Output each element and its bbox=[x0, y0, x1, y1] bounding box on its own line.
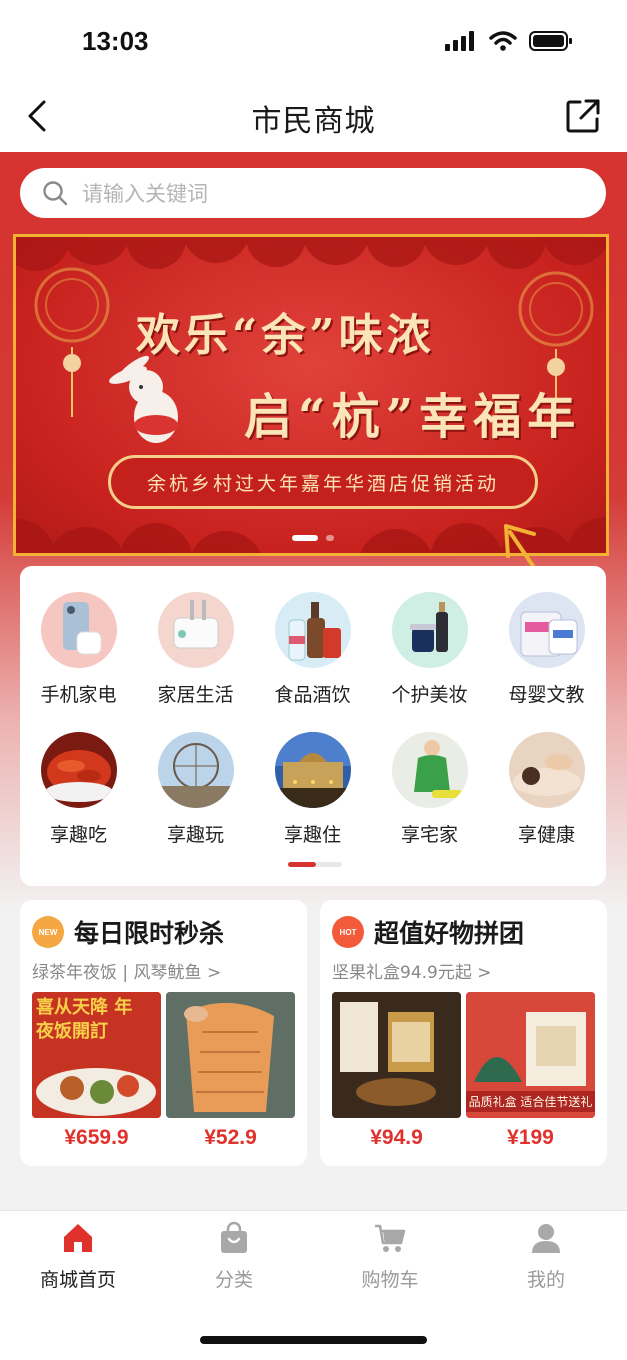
product-price: ¥94.9 bbox=[370, 1126, 423, 1149]
category-label: 享趣吃 bbox=[49, 824, 107, 846]
home-indicator[interactable] bbox=[200, 1336, 427, 1344]
category-label: 家居生活 bbox=[157, 684, 234, 706]
tab-home[interactable]: 商城首页 bbox=[0, 1221, 156, 1292]
food-drink-image bbox=[274, 592, 351, 668]
category-label: 食品酒饮 bbox=[274, 684, 351, 706]
phone-appliance-image bbox=[40, 592, 117, 668]
banner-dot-active[interactable] bbox=[292, 535, 318, 541]
category-label: 母婴文教 bbox=[508, 684, 585, 706]
promo-banner[interactable]: 欢乐“余”味浓 启“杭”幸福年 余杭乡村过大年嘉年华酒店促销活动 bbox=[13, 234, 609, 556]
group-buy-title: 超值好物拼团 bbox=[374, 919, 525, 948]
category-enjoy-eat[interactable]: 享趣吃 bbox=[20, 732, 137, 847]
signal-icon bbox=[445, 31, 474, 51]
banner-title-line2: 启“杭”幸福年 bbox=[244, 389, 582, 445]
bottom-tab-bar: 商城首页 分类 购物车 我的 bbox=[0, 1210, 627, 1302]
banner-subtitle: 余杭乡村过大年嘉年华酒店促销活动 bbox=[146, 472, 499, 495]
category-enjoy-stay[interactable]: 享趣住 bbox=[254, 732, 371, 847]
nav-bar: 市民商城 bbox=[0, 80, 627, 152]
search-input[interactable]: 请输入关键词 bbox=[20, 168, 606, 218]
bag-icon bbox=[221, 1221, 247, 1253]
category-enjoy-play[interactable]: 享趣玩 bbox=[137, 732, 254, 847]
crayfish-image bbox=[40, 732, 117, 808]
massage-image bbox=[508, 732, 585, 808]
category-label: 享健康 bbox=[517, 824, 575, 846]
search-icon bbox=[43, 181, 68, 206]
category-label: 享宅家 bbox=[400, 824, 458, 846]
category-baby-education[interactable]: 母婴文教 bbox=[488, 592, 605, 707]
product-price: ¥659.9 bbox=[64, 1126, 129, 1149]
new-year-dinner-image[interactable]: 喜从天降 年夜饭開訂 bbox=[32, 992, 161, 1118]
tab-cart[interactable]: 购物车 bbox=[312, 1221, 468, 1292]
category-home-living[interactable]: 家居生活 bbox=[137, 592, 254, 707]
category-label: 享趣住 bbox=[283, 824, 341, 846]
banner-pagination bbox=[292, 535, 334, 541]
category-personal-care[interactable]: 个护美妆 bbox=[371, 592, 488, 707]
nut-gift-box-image[interactable] bbox=[332, 992, 461, 1118]
tab-label: 我的 bbox=[526, 1269, 565, 1291]
share-button[interactable] bbox=[563, 96, 603, 136]
product-price: ¥52.9 bbox=[204, 1126, 257, 1149]
category-indicator-active bbox=[288, 862, 316, 867]
home-icon bbox=[64, 1224, 92, 1252]
banner-subtitle-frame: 余杭乡村过大年嘉年华酒店促销活动 bbox=[108, 455, 538, 509]
baby-education-image bbox=[508, 592, 585, 668]
banner-dot[interactable] bbox=[326, 535, 334, 541]
battery-icon bbox=[529, 31, 572, 51]
category-grid: 手机家电 家居生活 食品酒饮 个护美妆 母婴文教 享趣吃 享趣玩 享趣住 享宅家… bbox=[20, 566, 606, 886]
flash-sale-title: 每日限时秒杀 bbox=[74, 919, 225, 948]
bottom-safe-area bbox=[0, 1302, 627, 1360]
home-living-image bbox=[157, 592, 234, 668]
gift-box-image[interactable]: 品质礼盒 适合佳节送礼 bbox=[466, 992, 595, 1118]
category-label: 享趣玩 bbox=[166, 824, 224, 846]
group-buy-subtitle[interactable]: 坚果礼盒94.9元起 > bbox=[332, 958, 492, 983]
search-placeholder: 请输入关键词 bbox=[82, 182, 208, 206]
hotel-image bbox=[274, 732, 351, 808]
category-food-drink[interactable]: 食品酒饮 bbox=[254, 592, 371, 707]
category-home-service[interactable]: 享宅家 bbox=[371, 732, 488, 847]
tab-label: 分类 bbox=[214, 1269, 253, 1291]
category-health[interactable]: 享健康 bbox=[488, 732, 605, 847]
category-page-indicator bbox=[288, 862, 342, 867]
tab-label: 购物车 bbox=[361, 1269, 419, 1291]
status-time: 13:03 bbox=[82, 26, 149, 56]
product-price: ¥199 bbox=[507, 1126, 554, 1149]
squid-image[interactable] bbox=[166, 992, 295, 1118]
cart-icon bbox=[375, 1224, 406, 1252]
flash-sale-card[interactable]: NEW 每日限时秒杀 绿茶年夜饭 | 风琴鱿鱼 > 喜从天降 年夜饭開訂 ¥65… bbox=[20, 900, 307, 1166]
tab-label: 商城首页 bbox=[39, 1269, 116, 1291]
flash-sale-subtitle[interactable]: 绿茶年夜饭 | 风琴鱿鱼 > bbox=[32, 958, 221, 983]
tab-profile[interactable]: 我的 bbox=[468, 1221, 624, 1292]
category-indicator-inactive bbox=[316, 862, 342, 867]
page-title: 市民商城 bbox=[251, 104, 376, 139]
personal-care-image bbox=[391, 592, 468, 668]
banner-title-line1: 欢乐“余”味浓 bbox=[136, 310, 435, 361]
ferris-wheel-image bbox=[157, 732, 234, 808]
new-year-dinner-image-text: 喜从天降 年夜饭開訂 bbox=[36, 997, 133, 1042]
category-label: 个护美妆 bbox=[391, 684, 468, 706]
category-label: 手机家电 bbox=[40, 684, 117, 706]
category-phone-appliance[interactable]: 手机家电 bbox=[20, 592, 137, 707]
gift-box-image-text: 品质礼盒 适合佳节送礼 bbox=[466, 1091, 595, 1112]
status-bar: 13:03 bbox=[0, 0, 627, 80]
housekeeping-image bbox=[391, 732, 468, 808]
status-icons bbox=[445, 30, 573, 52]
group-buy-card[interactable]: HOT 超值好物拼团 坚果礼盒94.9元起 > 品质礼盒 适合佳节送礼 ¥94.… bbox=[320, 900, 607, 1166]
user-icon bbox=[532, 1224, 560, 1253]
hot-badge: HOT bbox=[332, 916, 364, 948]
tab-category[interactable]: 分类 bbox=[156, 1221, 312, 1292]
new-badge: NEW bbox=[32, 916, 64, 948]
wifi-icon bbox=[489, 31, 517, 51]
external-link-icon bbox=[566, 99, 600, 133]
